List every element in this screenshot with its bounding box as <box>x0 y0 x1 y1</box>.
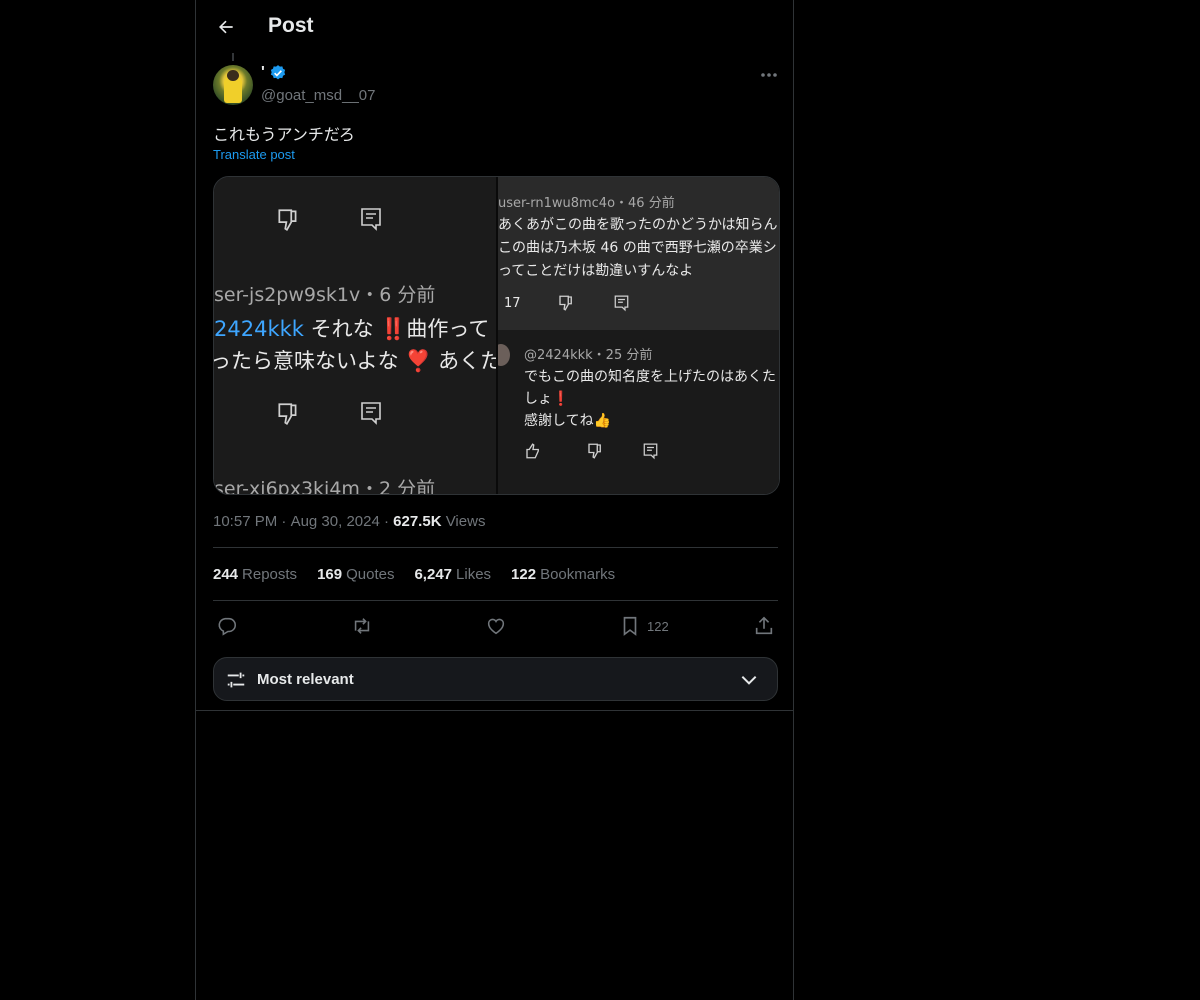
thumbs-down-icon <box>278 209 297 231</box>
like-button[interactable] <box>485 612 507 640</box>
comment-time: ・25 分前 <box>592 348 653 363</box>
reply-icon <box>218 617 237 636</box>
comment-username: @2424kkk <box>524 348 593 363</box>
author-handle[interactable]: @goat_msd__07 <box>261 87 375 104</box>
image-left-panel: ser-js2pw9sk1v・6 分前 2424kkk それな ‼️曲作って っ… <box>214 177 496 494</box>
thread-connector <box>232 53 234 61</box>
divider <box>213 547 778 548</box>
comment-icon <box>361 402 381 425</box>
comment-line: ってことだけは勘違いすんなよ <box>498 263 694 279</box>
commenter-avatar <box>498 344 510 366</box>
views-count: 627.5K <box>393 513 442 530</box>
translate-post-link[interactable]: Translate post <box>213 147 295 162</box>
comment-line: あくあがこの曲を歌ったのかどうかは知らん <box>498 217 778 233</box>
post-image[interactable]: ser-js2pw9sk1v・6 分前 2424kkk それな ‼️曲作って っ… <box>213 176 780 495</box>
more-options-button[interactable] <box>756 64 782 86</box>
share-button[interactable] <box>753 612 775 640</box>
verified-badge-icon <box>270 65 285 80</box>
comment-mention: 2424kkk <box>214 317 304 341</box>
bookmark-count: 122 <box>647 618 669 634</box>
thumbs-down-icon <box>559 295 572 311</box>
post-stats: 244 Reposts 169 Quotes 6,247 Likes 122 Bookm… <box>213 566 615 583</box>
post-date[interactable]: Aug 30, 2024 <box>291 513 380 530</box>
image-right-panel: user-rn1wu8mc4o・46 分前 あくあがこの曲を歌ったのかどうかは知… <box>498 177 779 494</box>
page-title: Post <box>268 14 314 37</box>
post-meta: 10:57 PM · Aug 30, 2024 · 627.5K Views <box>213 513 486 530</box>
thumbs-down-icon <box>588 443 601 459</box>
comment-line: 感謝してね👍 <box>524 413 612 429</box>
views-label: Views <box>441 513 486 530</box>
comment-line: この曲は乃木坂 46 の曲で西野七瀬の卒業シ <box>498 240 777 256</box>
chevron-down-icon <box>741 675 757 685</box>
arrow-left-icon <box>219 20 233 34</box>
divider <box>196 710 793 711</box>
comment-icon <box>643 443 658 460</box>
reply-button[interactable] <box>216 612 238 640</box>
comment-icon <box>361 208 381 231</box>
author-name[interactable]: ' <box>261 64 287 82</box>
comment-icon <box>614 295 629 312</box>
quotes-stat[interactable]: 169 Quotes <box>317 566 394 583</box>
sort-label: Most relevant <box>257 671 354 688</box>
comment-line: でもこの曲の知名度を上げたのはあくた <box>524 369 776 385</box>
avatar[interactable] <box>213 65 253 105</box>
bookmark-button[interactable]: 122 <box>619 612 669 640</box>
likes-stat[interactable]: 6,247 Likes <box>414 566 491 583</box>
main-column: Post ' @goat_msd__07 これもうアンチだろ Translate… <box>195 0 794 1000</box>
share-icon <box>755 616 773 635</box>
divider <box>213 600 778 601</box>
bookmarks-stat[interactable]: 122 Bookmarks <box>511 566 615 583</box>
reply-sort-dropdown[interactable]: Most relevant <box>213 657 778 701</box>
comment-time: ・2 分前 <box>359 478 436 494</box>
comment-like-count: 17 <box>504 296 521 311</box>
back-button[interactable] <box>210 11 242 43</box>
heart-icon <box>487 618 505 635</box>
repost-icon <box>354 618 370 634</box>
comment-line: しょ❗ <box>524 391 570 407</box>
author-display-name: ' <box>261 64 265 81</box>
comment-username: ser-js2pw9sk1v <box>214 284 361 306</box>
page-header: Post <box>196 0 793 53</box>
repost-button[interactable] <box>350 612 374 640</box>
comment-username: ser-xj6px3kj4m <box>214 478 360 494</box>
comment-line: ったら意味ないよな ❣️ あくた <box>214 349 496 373</box>
comment-username: user-rn1wu8mc4o <box>498 196 616 211</box>
reposts-stat[interactable]: 244 Reposts <box>213 566 297 583</box>
comment-time: ・46 分前 <box>615 196 675 211</box>
more-horizontal-icon <box>761 73 777 77</box>
thumbs-up-icon <box>526 443 539 459</box>
bookmark-icon <box>623 616 637 636</box>
post-text: これもうアンチだろ <box>213 125 355 144</box>
comment-line: それな ‼️曲作って <box>303 317 490 341</box>
comment-time: ・6 分前 <box>360 284 436 306</box>
thumbs-down-icon <box>278 403 297 425</box>
post-time[interactable]: 10:57 PM <box>213 513 277 530</box>
sliders-icon <box>227 672 245 688</box>
